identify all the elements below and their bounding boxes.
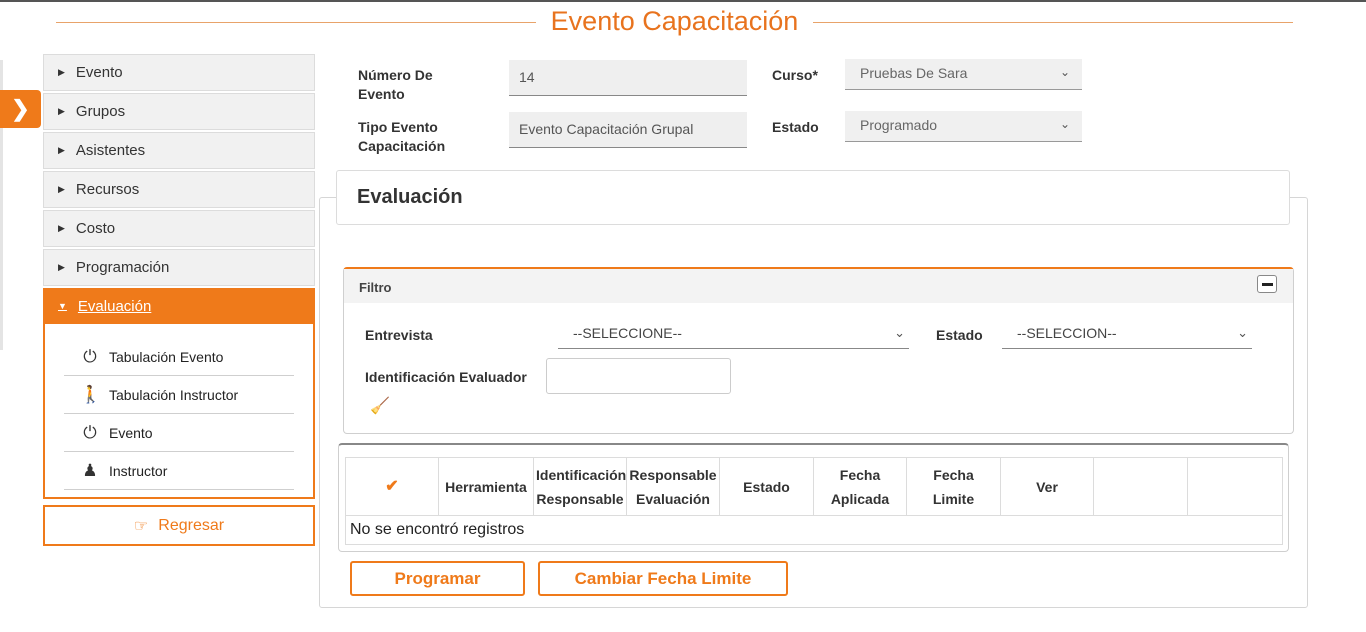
menu-item-programacion[interactable]: ▶ Programación [43, 249, 315, 286]
column-header: Identificación Responsable [533, 457, 627, 516]
estado-select[interactable]: Programado ⌄ [845, 111, 1082, 142]
table-row: No se encontró registros [345, 515, 1283, 545]
sidebar-toggle-button[interactable]: ❯ [0, 90, 41, 128]
column-header: Estado [719, 457, 814, 516]
chevron-down-icon: ⌄ [1059, 117, 1070, 131]
estado-label: Estado [772, 119, 819, 135]
caret-right-icon: ▶ [58, 145, 65, 155]
collapse-filter-button[interactable] [1257, 275, 1277, 293]
column-header: Fecha Aplicada [813, 457, 907, 516]
select-all-header[interactable]: ✔ [345, 457, 439, 516]
tipo-evento-field[interactable]: Evento Capacitación Grupal [509, 112, 747, 148]
submenu-tabulacion-evento[interactable]: ⏻ Tabulación Evento [64, 338, 294, 376]
entrevista-select[interactable]: --SELECCIONE-- ⌄ [558, 325, 909, 349]
identificacion-evaluador-input[interactable] [546, 358, 731, 394]
identificacion-evaluador-label: Identificación Evaluador [365, 369, 527, 385]
caret-down-icon: ▼ [58, 301, 67, 311]
walking-person-icon: 🚶 [80, 384, 102, 404]
menu-item-grupos[interactable]: ▶ Grupos [43, 93, 315, 130]
column-header: Herramienta [438, 457, 534, 516]
menu-item-evento[interactable]: ▶ Evento [43, 54, 315, 91]
programar-button[interactable]: Programar [350, 561, 525, 596]
caret-right-icon: ▶ [58, 67, 65, 77]
menu-item-evaluacion[interactable]: ▼ Evaluación [43, 288, 315, 324]
menu-item-asistentes[interactable]: ▶ Asistentes [43, 132, 315, 169]
curso-select[interactable]: Pruebas De Sara ⌄ [845, 59, 1082, 90]
regresar-button[interactable]: ☞ Regresar [43, 505, 315, 546]
submenu-instructor[interactable]: ♟ Instructor [64, 452, 294, 490]
user-icon: ♟ [82, 460, 98, 480]
menu-item-recursos[interactable]: ▶ Recursos [43, 171, 315, 208]
results-table: ✔ Herramienta Identificación Responsable … [345, 457, 1283, 545]
column-header: Ver [1000, 457, 1094, 516]
evaluacion-submenu: ⏻ Tabulación Evento 🚶 Tabulación Instructo… [43, 324, 315, 499]
power-icon: ⏻ [83, 346, 97, 366]
filter-estado-select[interactable]: --SELECCION-- ⌄ [1002, 325, 1252, 349]
column-header-empty [1093, 457, 1188, 516]
submenu-tabulacion-instructor[interactable]: 🚶 Tabulación Instructor [64, 376, 294, 414]
clear-filter-icon[interactable]: 🧹 [370, 396, 390, 416]
chevron-down-icon: ⌄ [894, 325, 905, 340]
curso-label: Curso* [772, 67, 818, 83]
cambiar-fecha-limite-button[interactable]: Cambiar Fecha Limite [538, 561, 788, 596]
filter-box: Filtro [343, 267, 1294, 434]
entrevista-label: Entrevista [365, 327, 433, 343]
caret-right-icon: ▶ [58, 223, 65, 233]
column-header: Responsable Evaluación [626, 457, 720, 516]
empty-message: No se encontró registros [345, 515, 1283, 545]
evaluacion-title: Evaluación [336, 170, 1290, 225]
caret-right-icon: ▶ [58, 262, 65, 272]
menu-item-costo[interactable]: ▶ Costo [43, 210, 315, 247]
side-menu: ▶ Evento ▶ Grupos ▶ Asistentes ▶ Recursos ▶ C… [43, 54, 315, 499]
chevron-down-icon: ⌄ [1059, 65, 1070, 79]
power-icon: ⏻ [83, 422, 97, 442]
tipo-evento-label: Tipo Evento Capacitación [358, 119, 446, 154]
pointing-hand-icon: ☞ [133, 517, 149, 535]
minus-icon [1261, 282, 1273, 286]
column-header-empty [1187, 457, 1283, 516]
chevron-down-icon: ⌄ [1237, 325, 1248, 340]
caret-right-icon: ▶ [58, 106, 65, 116]
submenu-evento[interactable]: ⏻ Evento [64, 414, 294, 452]
filter-estado-label: Estado [936, 327, 983, 343]
top-border [0, 0, 1366, 2]
page-title: Evento Capacitación [0, 6, 1349, 37]
checkmark-icon: ✔ [385, 478, 399, 495]
caret-right-icon: ▶ [58, 184, 65, 194]
table-header-row: ✔ Herramienta Identificación Responsable … [345, 457, 1283, 516]
numero-evento-field[interactable]: 14 [509, 60, 747, 96]
chevron-right-icon: ❯ [11, 96, 30, 121]
filter-title: Filtro [344, 269, 1293, 303]
column-header: Fecha Limite [906, 457, 1001, 516]
numero-evento-label: Número De Evento [358, 67, 433, 102]
